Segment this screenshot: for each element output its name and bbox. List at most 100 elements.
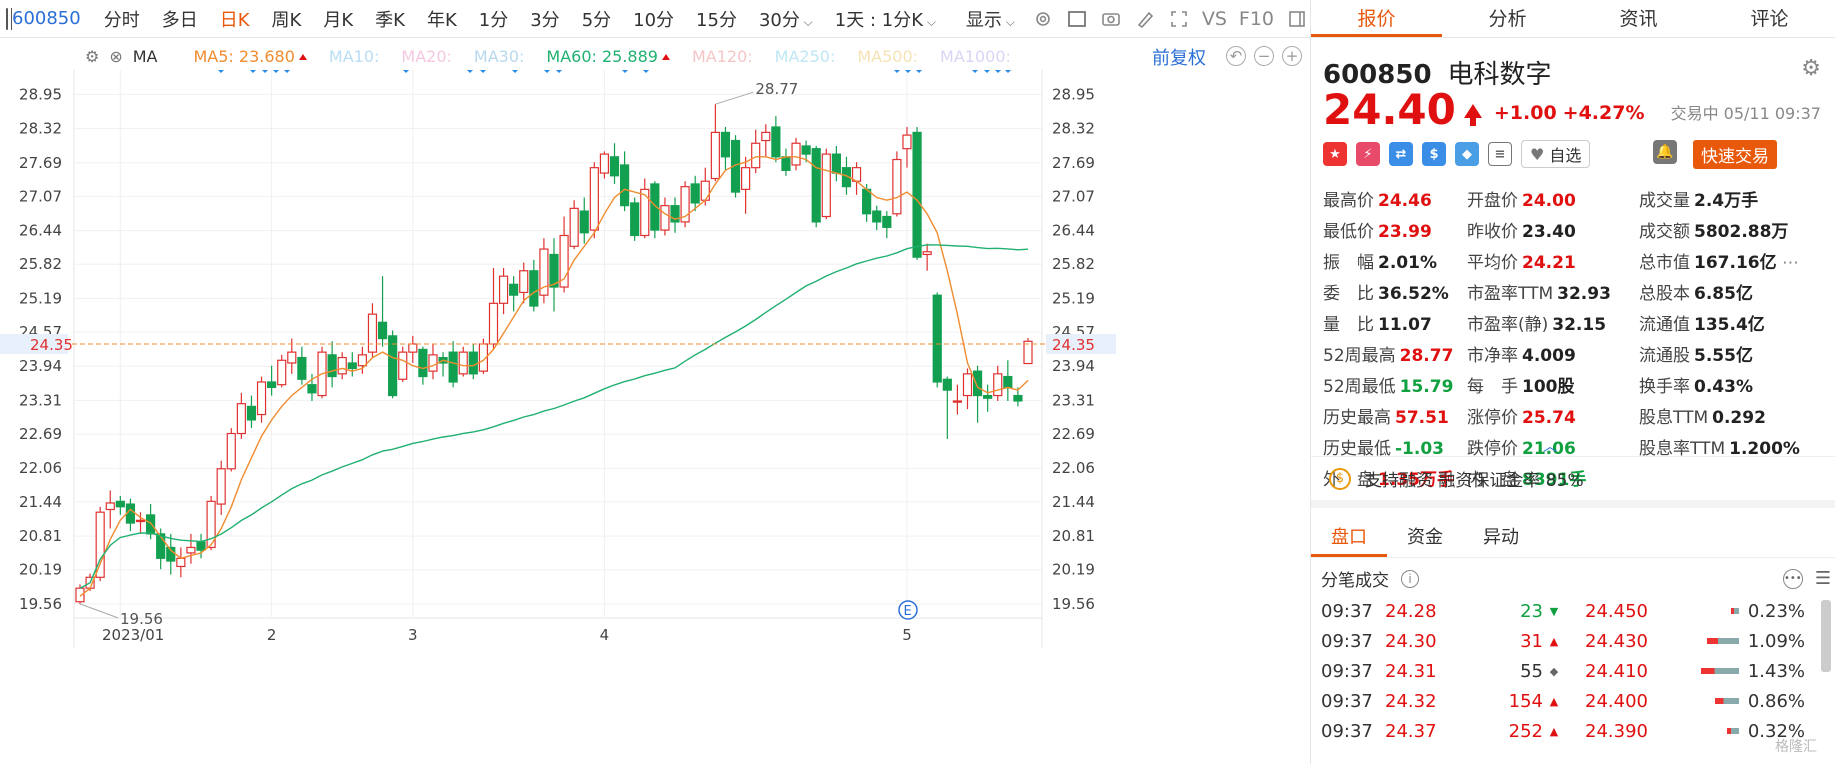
candle-body: [640, 188, 650, 237]
event-marker: [893, 70, 901, 74]
list-icon[interactable]: ☰: [1815, 568, 1831, 589]
current-price-label-right: 24.35: [1052, 336, 1095, 354]
lightning-icon[interactable]: ⚡: [1356, 142, 1380, 166]
undo-icon[interactable]: ↶: [1226, 46, 1246, 66]
more-icon[interactable]: ⋯: [1777, 253, 1799, 273]
period-tab-8[interactable]: 3分: [530, 6, 559, 32]
event-marker: [261, 70, 269, 74]
settings-icon[interactable]: [1033, 8, 1053, 30]
shuffle-icon[interactable]: ⇄: [1389, 142, 1413, 166]
stat-item: 平均价 24.21: [1467, 248, 1639, 273]
bell-icon[interactable]: 🔔: [1653, 140, 1677, 164]
collapse-chevron-icon[interactable]: ︿: [1543, 436, 1557, 456]
book-pct: 1.09%: [1747, 630, 1805, 652]
period-tab-7[interactable]: 1分: [479, 6, 508, 32]
period-tab-5[interactable]: 季K: [375, 6, 405, 32]
trade-price: 24.37: [1385, 720, 1437, 742]
frame-icon[interactable]: [1067, 8, 1087, 30]
draw-pen-icon[interactable]: [1135, 8, 1155, 30]
period-tab-4[interactable]: 月K: [323, 6, 353, 32]
tag-icon[interactable]: ◆: [1455, 142, 1479, 166]
event-e-icon-label: E: [904, 604, 912, 619]
candle-body: [993, 373, 1003, 397]
zoom-in-icon[interactable]: +: [1282, 46, 1302, 66]
ma-item-0[interactable]: MA5: 23.680: [194, 47, 307, 66]
range-dropdown[interactable]: 1天 : 1分K: [835, 6, 936, 32]
book-pct: 0.23%: [1747, 600, 1805, 622]
sub-tab-0[interactable]: 盘口: [1311, 520, 1387, 557]
panel-toggle-icon[interactable]: [1287, 8, 1307, 30]
stock-code-link[interactable]: 600850: [12, 8, 81, 29]
y-tick-label-right: 21.44: [1052, 493, 1095, 511]
indicator-settings-icon[interactable]: ⚙: [85, 47, 99, 66]
period-tab-3[interactable]: 周K: [272, 6, 302, 32]
close-indicator-icon[interactable]: ⊗: [109, 47, 122, 66]
ma-item-1[interactable]: MA10:: [329, 47, 380, 66]
right-tab-1[interactable]: 分析: [1442, 0, 1573, 37]
period-tab-0[interactable]: 分时: [104, 6, 140, 32]
period-tab-6[interactable]: 年K: [427, 6, 457, 32]
stat-label: 涨停价: [1467, 408, 1518, 428]
candle-body: [569, 207, 579, 247]
stat-item: 历史最高 57.51: [1323, 403, 1467, 428]
period-tab-10[interactable]: 10分: [633, 6, 674, 32]
event-marker: [555, 70, 563, 74]
ma-item-3[interactable]: MA30:: [474, 47, 525, 66]
sub-tab-2[interactable]: 异动: [1463, 520, 1539, 557]
sidebar-toggle-icon[interactable]: [6, 7, 12, 30]
candle-body: [468, 351, 478, 375]
ma-item-5[interactable]: MA120:: [692, 47, 753, 66]
display-dropdown[interactable]: 显示: [966, 6, 1015, 32]
ma-item-4[interactable]: MA60: 25.889: [546, 47, 670, 66]
candle-body: [196, 541, 206, 551]
period-tab-12[interactable]: 30分: [759, 6, 813, 32]
zoom-out-icon[interactable]: −: [1254, 46, 1274, 66]
stat-label: 52周最低: [1323, 377, 1396, 397]
ma-item-7[interactable]: MA500:: [857, 47, 918, 66]
right-tab-3[interactable]: 评论: [1704, 0, 1835, 37]
vs-compare-button[interactable]: VS: [1202, 8, 1227, 30]
china-flag-icon[interactable]: ★: [1323, 142, 1347, 166]
right-tab-2[interactable]: 资讯: [1573, 0, 1704, 37]
candle-body: [498, 275, 509, 304]
ma-selector[interactable]: MA: [133, 47, 158, 66]
stat-label: 成交额: [1639, 222, 1690, 242]
stat-item: 昨收价 23.40: [1467, 217, 1639, 242]
dollar-icon[interactable]: $: [1422, 142, 1446, 166]
period-tab-1[interactable]: 多日: [162, 6, 198, 32]
settings-icon[interactable]: ⚙: [1801, 56, 1821, 81]
period-tab-11[interactable]: 15分: [696, 6, 737, 32]
scrollbar[interactable]: [1821, 600, 1831, 672]
ma-item-2[interactable]: MA20:: [401, 47, 452, 66]
info-icon[interactable]: i: [1401, 569, 1419, 588]
adjust-dropdown[interactable]: 前复权: [1152, 44, 1206, 70]
quick-trade-button[interactable]: 快速交易: [1693, 140, 1777, 169]
period-tab-9[interactable]: 5分: [582, 6, 611, 32]
candle-body: [862, 188, 872, 215]
x-tick-label: 5: [902, 626, 912, 644]
stat-item: 委 比 36.52%: [1323, 279, 1467, 304]
ma-item-8[interactable]: MA1000:: [940, 47, 1011, 66]
more-icon[interactable]: •••: [1782, 568, 1803, 589]
candle-body: [367, 313, 378, 353]
right-tab-0[interactable]: 报价: [1311, 0, 1442, 37]
camera-icon[interactable]: [1101, 8, 1121, 30]
fullscreen-icon[interactable]: [1169, 8, 1189, 30]
ma-item-6[interactable]: MA250:: [775, 47, 836, 66]
event-marker: [994, 70, 1002, 74]
candle-body: [720, 131, 731, 158]
f10-button[interactable]: F10: [1239, 8, 1274, 30]
kline-chart[interactable]: 28.95 28.95 28.32 28.32 27.69 27.69 27.07 27.07…: [0, 70, 1310, 764]
sub-tab-1[interactable]: 资金: [1387, 520, 1463, 557]
event-marker: [904, 70, 912, 74]
watchlist-button[interactable]: ♥ 自选: [1521, 140, 1591, 168]
chart-zoom-controls: ↶ − +: [1226, 46, 1302, 66]
stat-item: 最低价 23.99: [1323, 217, 1467, 242]
stat-item: 总市值 167.16亿 ⋯: [1639, 248, 1799, 273]
document-icon[interactable]: ≡: [1488, 142, 1512, 166]
candle-body: [398, 351, 408, 380]
candle-body: [972, 370, 983, 397]
period-tab-2[interactable]: 日K: [220, 6, 250, 32]
candle-body: [781, 156, 791, 171]
candle-body: [791, 142, 801, 166]
